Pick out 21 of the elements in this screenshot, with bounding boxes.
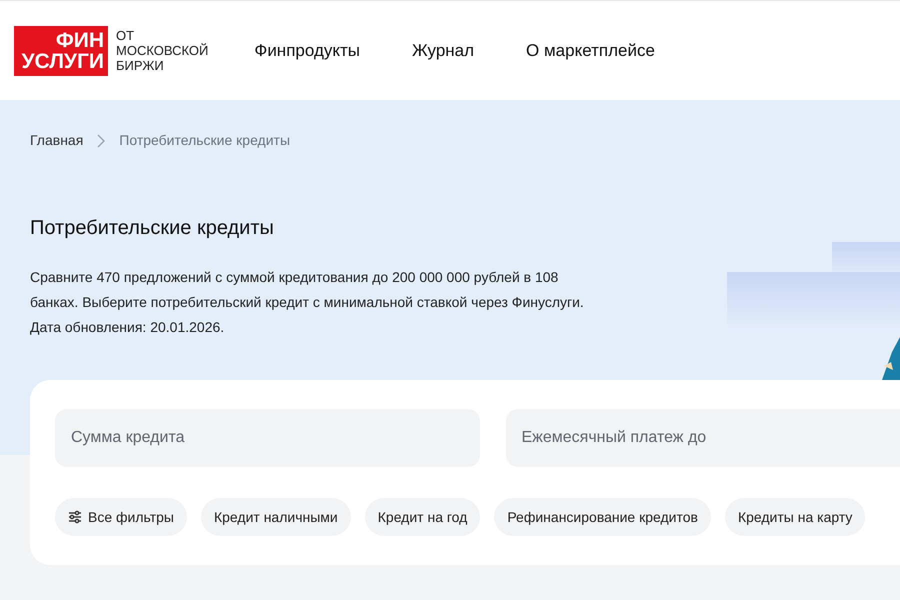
page-title: Потребительские кредиты <box>30 216 275 241</box>
logo-text: ФИН <box>56 30 104 50</box>
logo-text: УСЛУГИ <box>21 50 104 72</box>
logo-tagline: ОТ <box>116 28 136 43</box>
filter-chip[interactable]: Кредит на год <box>364 498 480 536</box>
filter-chip[interactable]: Кредиты на карту <box>724 498 866 536</box>
chevron-right-icon <box>97 134 106 148</box>
input-field[interactable]: Ежемесячный платеж до <box>506 409 900 467</box>
filter-chip[interactable]: Кредит наличными <box>200 498 351 536</box>
nav-link[interactable]: О маркетплейсе <box>526 38 655 64</box>
filter-chip[interactable]: Рефинансирование кредитов <box>494 498 711 536</box>
breadcrumb-current: Потребительские кредиты <box>119 131 290 150</box>
nav-link[interactable]: Журнал <box>412 38 474 64</box>
logo-tagline: БИРЖИ <box>116 58 165 73</box>
logo-tagline: МОСКОВСКОЙ <box>116 43 208 58</box>
input-field[interactable]: Сумма кредита <box>55 409 480 467</box>
breadcrumb-link[interactable]: Главная <box>30 130 84 151</box>
page-description: Сравните 470 предложений с суммой кредитования до 200 000 000 рублей в 108 банках. Выберите потребительский кредит с минимальной ставкой через Финуслуги. Дата обновления: 20.01.2026. <box>30 268 585 337</box>
filter-icon <box>68 510 82 524</box>
filters-button[interactable]: Все фильтры <box>55 498 187 536</box>
nav-link[interactable]: Финпродукты <box>254 38 360 64</box>
